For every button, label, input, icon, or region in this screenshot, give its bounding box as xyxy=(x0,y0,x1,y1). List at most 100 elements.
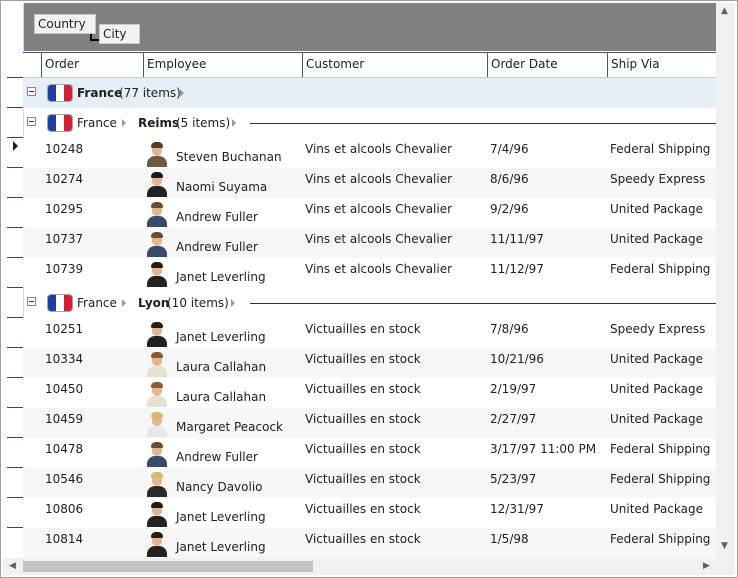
france-flag-icon xyxy=(48,85,72,101)
group-row-city[interactable]: France Reims (5 items) xyxy=(23,108,716,138)
cell-customer: Vins et alcools Chevalier xyxy=(305,172,453,186)
table-row[interactable]: 10546 Nancy Davolio Victuailles en stock 5/… xyxy=(23,468,716,498)
cell-customer: Vins et alcools Chevalier xyxy=(305,202,453,216)
data-grid: Country City Order Employee Customer Ord… xyxy=(0,0,738,578)
collapse-icon[interactable] xyxy=(27,297,36,306)
cell-ship-via: Federal Shipping xyxy=(610,262,711,276)
group-connector-line xyxy=(90,34,99,41)
table-row[interactable]: 10737 Andrew Fuller Vins et alcools Cheval… xyxy=(23,228,716,258)
cell-order-date: 2/19/97 xyxy=(490,382,537,396)
chevron-right-icon xyxy=(232,119,236,127)
indicator-line xyxy=(7,497,23,498)
cell-ship-via: United Package xyxy=(610,202,703,216)
employee-avatar xyxy=(144,531,170,557)
table-row[interactable]: 10274 Naomi Suyama Vins et alcools Chevali… xyxy=(23,168,716,198)
cell-customer: Vins et alcools Chevalier xyxy=(305,142,453,156)
cell-order-date: 2/27/97 xyxy=(490,412,537,426)
collapse-icon[interactable] xyxy=(27,87,36,96)
chevron-right-icon xyxy=(180,89,184,97)
cell-order: 10450 xyxy=(45,382,84,396)
france-flag-icon xyxy=(48,295,72,311)
table-row[interactable]: 10334 Laura Callahan Victuailles en stock 1… xyxy=(23,348,716,378)
cell-order: 10739 xyxy=(45,262,84,276)
cell-order: 10248 xyxy=(45,142,84,156)
employee-avatar xyxy=(144,261,170,287)
group-row-country[interactable]: France (77 items) xyxy=(23,78,716,108)
cell-ship-via: United Package xyxy=(610,412,703,426)
employee-avatar xyxy=(144,321,170,347)
indicator-line xyxy=(7,317,23,318)
indicator-line xyxy=(7,467,23,468)
cell-ship-via: United Package xyxy=(610,352,703,366)
group-row-city[interactable]: France Lyon (10 items) xyxy=(23,288,716,318)
column-header-ship-via[interactable]: Ship Via xyxy=(607,53,716,77)
table-row[interactable]: 10459 Margaret Peacock Victuailles en stoc… xyxy=(23,408,716,438)
table-row[interactable]: 10251 Janet Leverling Victuailles en stock… xyxy=(23,318,716,348)
cell-order-date: 8/6/96 xyxy=(490,172,529,186)
scroll-up-icon[interactable]: ▲ xyxy=(721,6,728,16)
cell-ship-via: Federal Shipping xyxy=(610,532,711,546)
table-row[interactable]: 10295 Andrew Fuller Vins et alcools Cheval… xyxy=(23,198,716,228)
chevron-right-icon xyxy=(231,299,235,307)
grid-body: France (77 items) France Reims (5 items)… xyxy=(23,78,716,559)
cell-ship-via: United Package xyxy=(610,502,703,516)
cell-customer: Victuailles en stock xyxy=(305,472,421,486)
cell-order-date: 11/12/97 xyxy=(490,262,544,276)
employee-avatar xyxy=(144,201,170,227)
scroll-left-icon[interactable]: ◀ xyxy=(9,561,16,571)
cell-order-date: 10/21/96 xyxy=(490,352,544,366)
column-header-order[interactable]: Order xyxy=(41,53,143,77)
group-label: France xyxy=(77,86,123,100)
cell-ship-via: Speedy Express xyxy=(610,322,706,336)
employee-avatar xyxy=(144,441,170,467)
indicator-line xyxy=(7,377,23,378)
cell-order: 10459 xyxy=(45,412,84,426)
group-count: (10 items) xyxy=(167,296,229,310)
table-row[interactable]: 10248 Steven Buchanan Vins et alcools Chev… xyxy=(23,138,716,168)
employee-avatar xyxy=(144,351,170,377)
indicator-line xyxy=(7,197,23,198)
scroll-down-icon[interactable]: ▼ xyxy=(721,541,728,551)
table-row[interactable]: 10478 Andrew Fuller Victuailles en stock 3/… xyxy=(23,438,716,468)
cell-customer: Victuailles en stock xyxy=(305,352,421,366)
column-header-employee[interactable]: Employee xyxy=(143,53,302,77)
cell-order: 10737 xyxy=(45,232,84,246)
indicator-line xyxy=(7,77,23,78)
row-indicator-column xyxy=(1,3,24,559)
cell-customer: Victuailles en stock xyxy=(305,502,421,516)
group-chip-city[interactable]: City xyxy=(99,24,140,44)
vertical-scroll-thumb[interactable] xyxy=(720,23,731,551)
cell-order-date: 9/2/96 xyxy=(490,202,529,216)
employee-avatar xyxy=(144,231,170,257)
cell-order-date: 1/5/98 xyxy=(490,532,529,546)
employee-avatar xyxy=(144,471,170,497)
cell-customer: Victuailles en stock xyxy=(305,322,421,336)
column-header-order-date[interactable]: Order Date xyxy=(487,53,607,77)
cell-order: 10546 xyxy=(45,472,84,486)
group-by-panel[interactable]: Country City xyxy=(23,3,716,51)
group-chip-country[interactable]: Country xyxy=(34,14,96,34)
cell-employee: Janet Leverling xyxy=(176,540,266,554)
cell-order-date: 7/8/96 xyxy=(490,322,529,336)
cell-customer: Vins et alcools Chevalier xyxy=(305,262,453,276)
cell-ship-via: United Package xyxy=(610,232,703,246)
table-row[interactable]: 10450 Laura Callahan Victuailles en stock 2… xyxy=(23,378,716,408)
table-row[interactable]: 10739 Janet Leverling Vins et alcools Chev… xyxy=(23,258,716,288)
cell-customer: Victuailles en stock xyxy=(305,382,421,396)
column-header-customer[interactable]: Customer xyxy=(302,53,487,77)
cell-ship-via: Federal Shipping xyxy=(610,442,711,456)
scroll-right-icon[interactable]: ▶ xyxy=(703,561,710,571)
horizontal-scrollbar[interactable]: ◀ ▶ xyxy=(3,558,716,575)
collapse-icon[interactable] xyxy=(27,117,36,126)
cell-ship-via: United Package xyxy=(610,382,703,396)
current-row-arrow-icon xyxy=(13,141,18,151)
indicator-line xyxy=(7,167,23,168)
cell-customer: Victuailles en stock xyxy=(305,412,421,426)
table-row[interactable]: 10806 Janet Leverling Victuailles en stock… xyxy=(23,498,716,528)
cell-order-date: 11/11/97 xyxy=(490,232,544,246)
vertical-scrollbar[interactable]: ▲ ▼ xyxy=(716,3,735,559)
horizontal-scroll-thumb[interactable] xyxy=(23,561,313,572)
cell-order: 10806 xyxy=(45,502,84,516)
cell-order: 10478 xyxy=(45,442,84,456)
table-row[interactable]: 10814 Janet Leverling Victuailles en stock… xyxy=(23,528,716,558)
